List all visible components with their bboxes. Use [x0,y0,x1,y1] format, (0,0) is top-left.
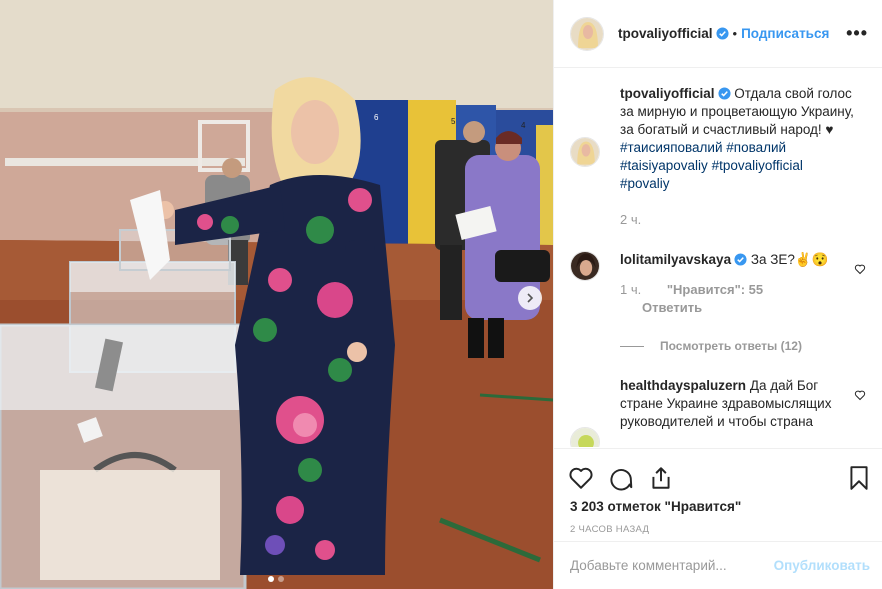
commenter-avatar[interactable] [570,427,600,447]
publish-button[interactable]: Опубликовать [774,558,870,573]
like-heart-icon[interactable] [568,465,594,491]
verified-badge-icon [734,253,747,266]
comment-body: lolitamilyavskaya За ЗЕ?✌️😯 1 ч. "Нравит… [620,251,842,317]
caption-author-avatar[interactable] [570,137,600,167]
share-icon[interactable] [648,465,674,491]
chevron-right-icon [527,293,534,303]
likes-count[interactable]: 3 203 отметок "Нравится" [554,499,882,514]
comment-body: healthdayspaluzern Да дай Бог стране Укр… [620,377,842,447]
hashtag[interactable]: #povaliy [620,176,670,191]
commenter-avatar[interactable] [570,251,600,281]
comment-icon[interactable] [608,465,634,491]
caption-body: tpovaliyofficial Отдала свой голос за ми… [620,85,866,229]
carousel-dot [278,576,284,582]
hashtag[interactable]: #tpovaliyofficial [712,158,803,173]
like-comment-heart-icon[interactable] [854,389,866,401]
comment-row: healthdayspaluzern Да дай Бог стране Укр… [570,377,866,447]
comment-meta: 1 ч. "Нравится": 55 Ответить [620,281,842,317]
carousel-next-button[interactable] [518,286,542,310]
add-comment-bar: Опубликовать [554,541,882,589]
follow-button[interactable]: Подписаться [741,26,829,41]
verified-badge-icon [717,87,731,100]
booth-number-4: 4 [521,121,526,130]
comment-username[interactable]: healthdayspaluzern [620,378,746,393]
hashtag[interactable]: #повалий [726,140,786,155]
carousel-dots [268,576,284,582]
comment-username[interactable]: lolitamilyavskaya [620,252,731,267]
comment-likes[interactable]: "Нравится": 55 [667,282,763,297]
reply-button[interactable]: Ответить [642,300,702,315]
author-username[interactable]: tpovaliyofficial [618,26,713,41]
more-options-button[interactable]: ••• [846,23,868,44]
replies-line [620,345,644,347]
caption-row: tpovaliyofficial Отдала свой голос за ми… [570,85,866,229]
comment-time[interactable]: 1 ч. [620,282,641,297]
booth-number-5: 5 [451,117,456,126]
comment-input[interactable] [570,558,774,573]
verified-badge-icon [715,27,729,40]
post-actions: 3 203 отметок "Нравится" 2 ЧАСОВ НАЗАД [554,448,882,535]
view-replies-label: Посмотреть ответы (12) [660,339,802,353]
bookmark-icon[interactable] [846,465,872,491]
comments-section[interactable]: tpovaliyofficial Отдала свой голос за ми… [570,85,866,447]
carousel-dot-active [268,576,274,582]
view-replies-button[interactable]: Посмотреть ответы (12) [620,337,866,355]
hashtag[interactable]: #taisiyapovaliy [620,158,708,173]
comment-row: lolitamilyavskaya За ЗЕ?✌️😯 1 ч. "Нравит… [570,251,866,317]
post-header: tpovaliyofficial • Подписаться ••• [554,0,882,68]
post-timestamp[interactable]: 2 ЧАСОВ НАЗАД [554,524,882,535]
action-icons [554,449,882,497]
post-photo[interactable]: 6 5 4 [0,0,553,589]
comment-text: За ЗЕ?✌️😯 [750,252,829,267]
author-avatar[interactable] [570,16,604,51]
caption-username[interactable]: tpovaliyofficial [620,86,715,101]
hashtag[interactable]: #таисияповалий [620,140,723,155]
booth-number-6: 6 [374,113,379,122]
caption-time[interactable]: 2 ч. [620,211,866,229]
post-panel: tpovaliyofficial • Подписаться ••• tpova… [553,0,882,589]
header-separator: • [732,26,738,41]
photo-illustration: 6 5 4 [0,0,553,589]
like-comment-heart-icon[interactable] [854,263,866,275]
